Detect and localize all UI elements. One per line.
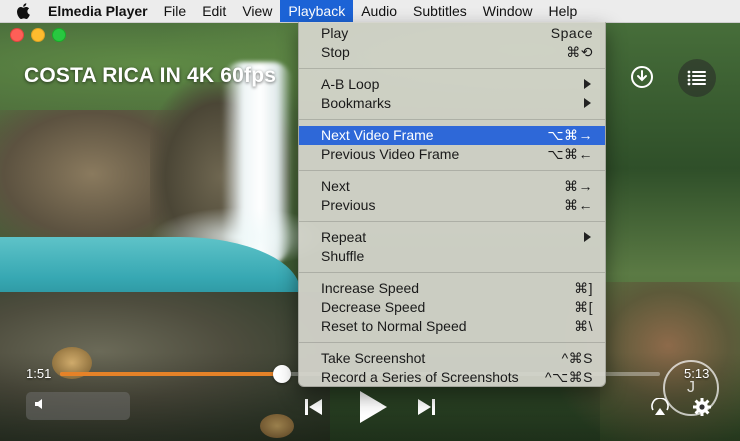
download-button[interactable]: [625, 60, 659, 94]
playback-menu: Play Space Stop ⌘⟲ A-B Loop Bookmarks Next Vid…: [298, 22, 606, 387]
airplay-button[interactable]: [648, 396, 672, 418]
menu-item-decrease-speed[interactable]: Decrease Speed ⌘[: [299, 298, 605, 317]
menu-group: A-B Loop Bookmarks: [299, 73, 605, 115]
menu-group: Next Video Frame ⌥⌘→ Previous Video Frame ⌥…: [299, 124, 605, 166]
minimize-window-button[interactable]: [31, 28, 45, 42]
menu-item-label: Take Screenshot: [321, 350, 426, 366]
menu-item-shortcut: ⌘[: [574, 299, 593, 315]
menu-item-label: Record a Series of Screenshots: [321, 369, 519, 385]
submenu-arrow-icon: [584, 79, 591, 89]
settings-button[interactable]: [690, 395, 714, 419]
skip-previous-icon: [305, 399, 322, 415]
menu-separator: [299, 272, 605, 273]
menu-item-label: Stop: [321, 44, 350, 60]
menu-item-shortcut: ⌘⟲: [566, 44, 593, 60]
next-button[interactable]: [414, 396, 438, 418]
playlist-icon: [687, 70, 706, 86]
menu-group: Take Screenshot ^⌘S Record a Series of Scr…: [299, 347, 605, 389]
menu-item-label: Previous Video Frame: [321, 146, 460, 162]
menu-item-label: Next Video Frame: [321, 127, 434, 143]
menu-item-previous[interactable]: Previous ⌘←: [299, 196, 605, 215]
menu-item-stop[interactable]: Stop ⌘⟲: [299, 43, 605, 62]
menu-item-label: Play: [321, 25, 349, 41]
menu-item-a-b-loop[interactable]: A-B Loop: [299, 75, 605, 94]
menu-item-label: Shuffle: [321, 248, 365, 264]
menu-item-shortcut: ⌘\: [574, 318, 593, 334]
menu-edit[interactable]: Edit: [194, 0, 234, 22]
video-title: COSTA RICA IN 4K 60fps: [24, 64, 277, 87]
menu-group: Repeat Shuffle: [299, 226, 605, 268]
menu-item-shortcut: ⌘→: [564, 178, 593, 194]
fullscreen-window-button[interactable]: [52, 28, 66, 42]
menu-item-next[interactable]: Next ⌘→: [299, 177, 605, 196]
download-icon: [631, 66, 653, 88]
volume-control[interactable]: [26, 392, 130, 420]
menu-separator: [299, 170, 605, 171]
progress-knob[interactable]: [273, 365, 291, 383]
menu-item-bookmarks[interactable]: Bookmarks: [299, 94, 605, 113]
menu-separator: [299, 221, 605, 222]
current-time: 1:51: [26, 366, 52, 381]
menu-bar: Elmedia Player File Edit View Playback A…: [0, 0, 740, 23]
play-icon: [360, 391, 387, 423]
menu-item-label: Increase Speed: [321, 280, 420, 296]
menu-item-next-video-frame[interactable]: Next Video Frame ⌥⌘→: [299, 126, 605, 145]
skip-next-icon: [418, 399, 435, 415]
menu-item-shortcut: ⌘]: [574, 280, 593, 296]
menu-subtitles[interactable]: Subtitles: [405, 0, 475, 22]
menu-window[interactable]: Window: [475, 0, 541, 22]
menu-separator: [299, 342, 605, 343]
menu-item-label: Repeat: [321, 229, 367, 245]
menu-item-shortcut: ⌘←: [564, 197, 593, 213]
menu-item-label: Next: [321, 178, 350, 194]
close-window-button[interactable]: [10, 28, 24, 42]
menu-file[interactable]: File: [156, 0, 195, 22]
menu-item-label: Decrease Speed: [321, 299, 426, 315]
menu-item-reset-to-normal-speed[interactable]: Reset to Normal Speed ⌘\: [299, 317, 605, 336]
menu-item-label: Reset to Normal Speed: [321, 318, 467, 334]
menu-item-label: Previous: [321, 197, 376, 213]
menu-item-shortcut: ^⌘S: [561, 350, 593, 366]
submenu-arrow-icon: [584, 232, 591, 242]
menu-item-repeat[interactable]: Repeat: [299, 228, 605, 247]
progress-fill: [60, 372, 282, 376]
menu-item-shuffle[interactable]: Shuffle: [299, 247, 605, 266]
menu-item-shortcut: ^⌥⌘S: [544, 369, 593, 385]
playlist-button[interactable]: [678, 59, 716, 97]
menu-app-name[interactable]: Elmedia Player: [44, 0, 156, 22]
submenu-arrow-icon: [584, 98, 591, 108]
menu-playback[interactable]: Playback: [280, 0, 354, 22]
menu-group: Next ⌘→ Previous ⌘←: [299, 175, 605, 217]
speaker-icon[interactable]: [34, 397, 48, 416]
apple-logo-icon[interactable]: [16, 3, 32, 19]
previous-button[interactable]: [302, 396, 326, 418]
window-controls: [10, 28, 66, 42]
menu-item-shortcut: ⌥⌘→: [547, 127, 593, 143]
menu-item-record-a-series-of-screenshots[interactable]: Record a Series of Screenshots ^⌥⌘S: [299, 368, 605, 387]
menu-item-take-screenshot[interactable]: Take Screenshot ^⌘S: [299, 349, 605, 368]
menu-item-shortcut: ⌥⌘←: [547, 146, 593, 162]
menu-audio[interactable]: Audio: [353, 0, 405, 22]
menu-item-increase-speed[interactable]: Increase Speed ⌘]: [299, 279, 605, 298]
menu-group: Increase Speed ⌘] Decrease Speed ⌘[ Reset to…: [299, 277, 605, 338]
menu-group: Play Space Stop ⌘⟲: [299, 22, 605, 64]
menu-item-shortcut: Space: [550, 25, 593, 41]
airplay-icon: [651, 398, 669, 415]
menu-separator: [299, 119, 605, 120]
menu-item-play[interactable]: Play Space: [299, 24, 605, 43]
gear-icon: [693, 398, 711, 416]
menu-item-label: A-B Loop: [321, 76, 380, 92]
menu-item-label: Bookmarks: [321, 95, 392, 111]
menu-separator: [299, 68, 605, 69]
play-button[interactable]: [355, 388, 391, 426]
menu-help[interactable]: Help: [541, 0, 586, 22]
menu-view[interactable]: View: [234, 0, 280, 22]
menu-item-previous-video-frame[interactable]: Previous Video Frame ⌥⌘←: [299, 145, 605, 164]
